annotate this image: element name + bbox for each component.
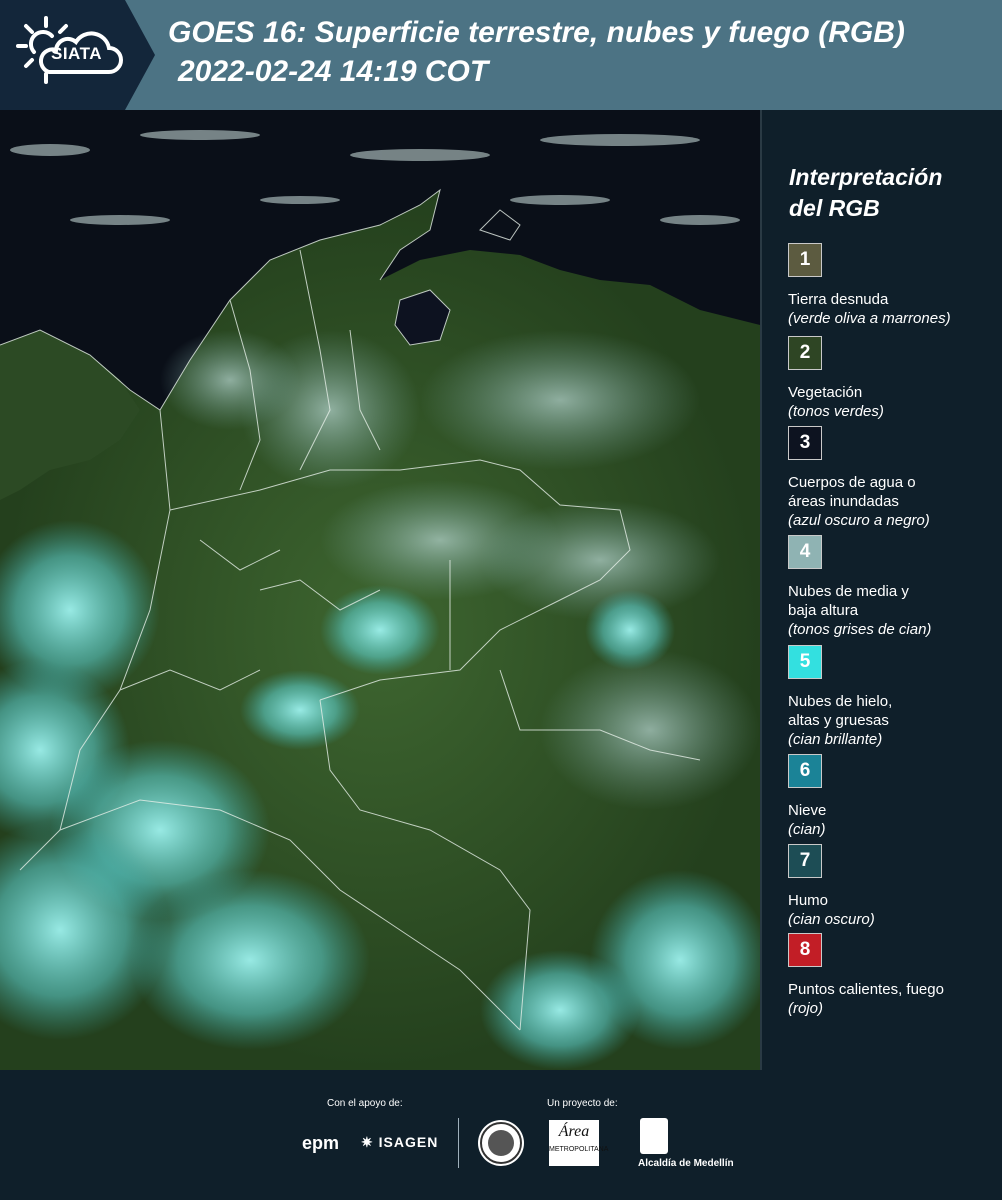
legend-item-6: 6 Nieve (cian) <box>788 754 998 839</box>
legend-sub: (cian oscuro) <box>788 911 875 928</box>
alcaldia-logo[interactable]: Alcaldía de Medellín <box>638 1158 734 1169</box>
legend-sub: (cian brillante) <box>788 731 883 748</box>
isagen-logo[interactable]: ✷ ISAGEN <box>361 1134 438 1151</box>
legend-sub: (cian) <box>788 821 826 838</box>
legend-sub: (tonos grises de cian) <box>788 621 932 638</box>
legend-label: Nieve <box>788 802 827 819</box>
legend-swatch: 6 <box>788 754 822 788</box>
legend-label: Vegetación <box>788 384 863 401</box>
legend-swatch: 7 <box>788 844 822 878</box>
legend-item-8: 8 Puntos calientes, fuego (rojo) <box>788 933 998 1018</box>
legend-swatch: 1 <box>788 243 822 277</box>
legend-panel: Interpretación del RGB 1 Tierra desnuda … <box>774 110 1002 1070</box>
legend-swatch: 2 <box>788 336 822 370</box>
satellite-image <box>0 110 760 1070</box>
footer: Con el apoyo de: Un proyecto de: epm ✷ I… <box>0 1070 1002 1200</box>
legend-item-7: 7 Humo (cian oscuro) <box>788 844 998 929</box>
legend-label: Puntos calientes, fuego <box>788 981 944 998</box>
legend-swatch: 3 <box>788 426 822 460</box>
university-seal-icon[interactable] <box>478 1120 524 1166</box>
legend-sub: (rojo) <box>788 1000 824 1017</box>
legend-label: Tierra desnuda <box>788 291 889 308</box>
epm-logo[interactable]: epm <box>302 1133 339 1154</box>
legend-swatch: 4 <box>788 535 822 569</box>
alcaldia-shield-icon <box>640 1118 668 1154</box>
legend-item-5: 5 Nubes de hielo, altas y gruesas (cian … <box>788 645 998 749</box>
legend-sub: (tonos verdes) <box>788 403 884 420</box>
timestamp: 2022-02-24 14:19 COT <box>178 55 489 88</box>
isagen-icon: ✷ <box>361 1134 374 1150</box>
support-label: Con el apoyo de: <box>327 1098 403 1109</box>
project-label: Un proyecto de: <box>547 1098 618 1109</box>
page-title: GOES 16: Superficie terrestre, nubes y f… <box>168 16 905 49</box>
legend-title: Interpretación del RGB <box>789 164 943 221</box>
legend-label: Nubes de media y baja altura <box>788 583 909 619</box>
siata-logo[interactable]: SIATA <box>0 0 155 110</box>
legend-item-4: 4 Nubes de media y baja altura (tonos gr… <box>788 535 998 639</box>
logo-text: SIATA <box>51 44 102 63</box>
legend-label: Cuerpos de agua o áreas inundadas <box>788 474 916 510</box>
legend-item-3: 3 Cuerpos de agua o áreas inundadas (azu… <box>788 426 998 530</box>
legend-item-2: 2 Vegetación (tonos verdes) <box>788 336 998 421</box>
legend-swatch: 5 <box>788 645 822 679</box>
legend-label: Nubes de hielo, altas y gruesas <box>788 693 893 729</box>
legend-sub: (verde oliva a marrones) <box>788 310 951 327</box>
header: SIATA GOES 16: Superficie terrestre, nub… <box>0 0 1002 110</box>
legend-sub: (azul oscuro a negro) <box>788 512 930 529</box>
legend-label: Humo <box>788 892 829 909</box>
legend-item-1: 1 Tierra desnuda (verde oliva a marrones… <box>788 243 998 328</box>
area-metropolitana-logo[interactable]: Área METROPOLITANA <box>549 1120 608 1166</box>
satellite-map[interactable] <box>0 110 762 1070</box>
legend-swatch: 8 <box>788 933 822 967</box>
footer-divider <box>458 1118 459 1168</box>
